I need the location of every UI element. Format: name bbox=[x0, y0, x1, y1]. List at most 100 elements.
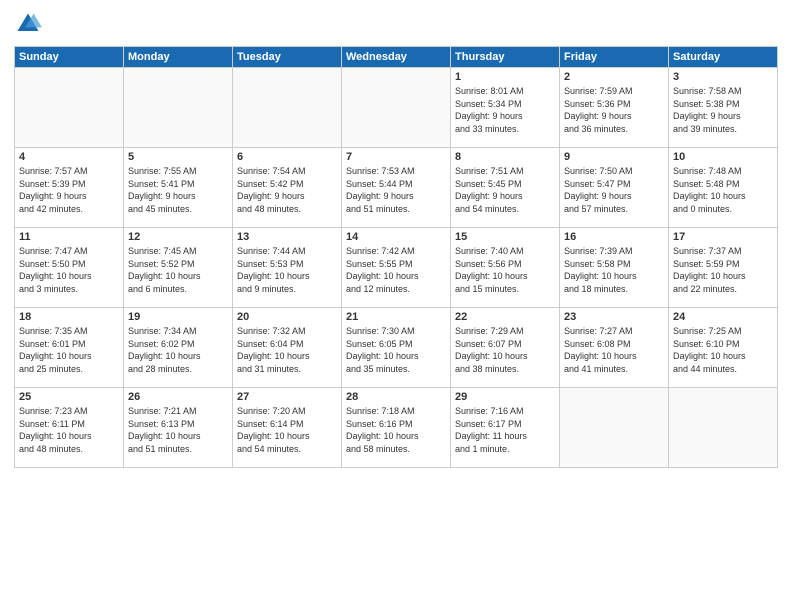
day-info: Sunrise: 7:42 AM Sunset: 5:55 PM Dayligh… bbox=[346, 245, 446, 295]
calendar-cell: 16 Sunrise: 7:39 AM Sunset: 5:58 PM Dayli… bbox=[560, 228, 669, 308]
day-number: 27 bbox=[237, 391, 337, 403]
calendar-cell: 28 Sunrise: 7:18 AM Sunset: 6:16 PM Dayli… bbox=[342, 388, 451, 468]
day-info: Sunrise: 7:45 AM Sunset: 5:52 PM Dayligh… bbox=[128, 245, 228, 295]
calendar-cell: 27 Sunrise: 7:20 AM Sunset: 6:14 PM Dayli… bbox=[233, 388, 342, 468]
day-info: Sunrise: 8:01 AM Sunset: 5:34 PM Dayligh… bbox=[455, 85, 555, 135]
page: SundayMondayTuesdayWednesdayThursdayFrid… bbox=[0, 0, 792, 612]
day-number: 29 bbox=[455, 391, 555, 403]
day-info: Sunrise: 7:34 AM Sunset: 6:02 PM Dayligh… bbox=[128, 325, 228, 375]
calendar-cell: 15 Sunrise: 7:40 AM Sunset: 5:56 PM Dayli… bbox=[451, 228, 560, 308]
day-info: Sunrise: 7:48 AM Sunset: 5:48 PM Dayligh… bbox=[673, 165, 773, 215]
calendar-cell: 2 Sunrise: 7:59 AM Sunset: 5:36 PM Daylig… bbox=[560, 68, 669, 148]
day-number: 21 bbox=[346, 311, 446, 323]
day-info: Sunrise: 7:27 AM Sunset: 6:08 PM Dayligh… bbox=[564, 325, 664, 375]
day-number: 18 bbox=[19, 311, 119, 323]
day-number: 17 bbox=[673, 231, 773, 243]
calendar-week-1: 4Sunrise: 7:57 AM Sunset: 5:39 PM Daylig… bbox=[15, 148, 778, 228]
day-info: Sunrise: 7:37 AM Sunset: 5:59 PM Dayligh… bbox=[673, 245, 773, 295]
day-info: Sunrise: 7:58 AM Sunset: 5:38 PM Dayligh… bbox=[673, 85, 773, 135]
calendar-week-3: 18 Sunrise: 7:35 AM Sunset: 6:01 PM Dayli… bbox=[15, 308, 778, 388]
day-info: Sunrise: 7:59 AM Sunset: 5:36 PM Dayligh… bbox=[564, 85, 664, 135]
calendar-cell: 14 Sunrise: 7:42 AM Sunset: 5:55 PM Dayli… bbox=[342, 228, 451, 308]
calendar-cell: 6 Sunrise: 7:54 AM Sunset: 5:42 PM Daylig… bbox=[233, 148, 342, 228]
day-number: 7 bbox=[346, 151, 446, 163]
weekday-header-sunday: Sunday bbox=[15, 47, 124, 68]
calendar-cell bbox=[233, 68, 342, 148]
day-number: 23 bbox=[564, 311, 664, 323]
day-number: 14 bbox=[346, 231, 446, 243]
day-info: Sunrise: 7:51 AM Sunset: 5:45 PM Dayligh… bbox=[455, 165, 555, 215]
calendar-cell bbox=[669, 388, 778, 468]
weekday-header-monday: Monday bbox=[124, 47, 233, 68]
day-info: Sunrise: 7:35 AM Sunset: 6:01 PM Dayligh… bbox=[19, 325, 119, 375]
calendar-week-0: 1Sunrise: 8:01 AM Sunset: 5:34 PM Daylig… bbox=[15, 68, 778, 148]
calendar-week-4: 25 Sunrise: 7:23 AM Sunset: 6:11 PM Dayli… bbox=[15, 388, 778, 468]
calendar-cell bbox=[15, 68, 124, 148]
day-info: Sunrise: 7:44 AM Sunset: 5:53 PM Dayligh… bbox=[237, 245, 337, 295]
calendar-cell: 19 Sunrise: 7:34 AM Sunset: 6:02 PM Dayli… bbox=[124, 308, 233, 388]
day-number: 28 bbox=[346, 391, 446, 403]
day-info: Sunrise: 7:21 AM Sunset: 6:13 PM Dayligh… bbox=[128, 405, 228, 455]
weekday-header-wednesday: Wednesday bbox=[342, 47, 451, 68]
day-info: Sunrise: 7:55 AM Sunset: 5:41 PM Dayligh… bbox=[128, 165, 228, 215]
day-number: 26 bbox=[128, 391, 228, 403]
calendar-body: 1Sunrise: 8:01 AM Sunset: 5:34 PM Daylig… bbox=[15, 68, 778, 468]
calendar-cell: 4Sunrise: 7:57 AM Sunset: 5:39 PM Daylig… bbox=[15, 148, 124, 228]
calendar-cell: 10 Sunrise: 7:48 AM Sunset: 5:48 PM Dayli… bbox=[669, 148, 778, 228]
weekday-header-friday: Friday bbox=[560, 47, 669, 68]
calendar-cell bbox=[124, 68, 233, 148]
day-number: 9 bbox=[564, 151, 664, 163]
day-number: 19 bbox=[128, 311, 228, 323]
day-info: Sunrise: 7:30 AM Sunset: 6:05 PM Dayligh… bbox=[346, 325, 446, 375]
day-info: Sunrise: 7:16 AM Sunset: 6:17 PM Dayligh… bbox=[455, 405, 555, 455]
calendar-cell: 26 Sunrise: 7:21 AM Sunset: 6:13 PM Dayli… bbox=[124, 388, 233, 468]
calendar-week-2: 11Sunrise: 7:47 AM Sunset: 5:50 PM Dayli… bbox=[15, 228, 778, 308]
day-info: Sunrise: 7:20 AM Sunset: 6:14 PM Dayligh… bbox=[237, 405, 337, 455]
day-info: Sunrise: 7:50 AM Sunset: 5:47 PM Dayligh… bbox=[564, 165, 664, 215]
calendar-cell bbox=[342, 68, 451, 148]
day-number: 10 bbox=[673, 151, 773, 163]
calendar-cell: 13 Sunrise: 7:44 AM Sunset: 5:53 PM Dayli… bbox=[233, 228, 342, 308]
day-number: 8 bbox=[455, 151, 555, 163]
calendar-cell: 22 Sunrise: 7:29 AM Sunset: 6:07 PM Dayli… bbox=[451, 308, 560, 388]
calendar-cell: 20 Sunrise: 7:32 AM Sunset: 6:04 PM Dayli… bbox=[233, 308, 342, 388]
day-number: 12 bbox=[128, 231, 228, 243]
day-info: Sunrise: 7:53 AM Sunset: 5:44 PM Dayligh… bbox=[346, 165, 446, 215]
day-info: Sunrise: 7:25 AM Sunset: 6:10 PM Dayligh… bbox=[673, 325, 773, 375]
day-info: Sunrise: 7:32 AM Sunset: 6:04 PM Dayligh… bbox=[237, 325, 337, 375]
weekday-header-thursday: Thursday bbox=[451, 47, 560, 68]
calendar-cell: 24Sunrise: 7:25 AM Sunset: 6:10 PM Dayli… bbox=[669, 308, 778, 388]
day-number: 6 bbox=[237, 151, 337, 163]
calendar-cell: 29 Sunrise: 7:16 AM Sunset: 6:17 PM Dayli… bbox=[451, 388, 560, 468]
calendar-cell: 18 Sunrise: 7:35 AM Sunset: 6:01 PM Dayli… bbox=[15, 308, 124, 388]
calendar-cell: 17 Sunrise: 7:37 AM Sunset: 5:59 PM Dayli… bbox=[669, 228, 778, 308]
day-number: 5 bbox=[128, 151, 228, 163]
day-number: 22 bbox=[455, 311, 555, 323]
day-number: 25 bbox=[19, 391, 119, 403]
day-info: Sunrise: 7:39 AM Sunset: 5:58 PM Dayligh… bbox=[564, 245, 664, 295]
logo bbox=[14, 10, 46, 38]
weekday-header-tuesday: Tuesday bbox=[233, 47, 342, 68]
day-number: 16 bbox=[564, 231, 664, 243]
day-number: 13 bbox=[237, 231, 337, 243]
calendar-cell: 23 Sunrise: 7:27 AM Sunset: 6:08 PM Dayli… bbox=[560, 308, 669, 388]
day-number: 15 bbox=[455, 231, 555, 243]
day-info: Sunrise: 7:29 AM Sunset: 6:07 PM Dayligh… bbox=[455, 325, 555, 375]
calendar-cell: 5 Sunrise: 7:55 AM Sunset: 5:41 PM Daylig… bbox=[124, 148, 233, 228]
calendar-cell: 11Sunrise: 7:47 AM Sunset: 5:50 PM Dayli… bbox=[15, 228, 124, 308]
weekday-header-row: SundayMondayTuesdayWednesdayThursdayFrid… bbox=[15, 47, 778, 68]
calendar-cell: 1Sunrise: 8:01 AM Sunset: 5:34 PM Daylig… bbox=[451, 68, 560, 148]
day-info: Sunrise: 7:23 AM Sunset: 6:11 PM Dayligh… bbox=[19, 405, 119, 455]
day-info: Sunrise: 7:40 AM Sunset: 5:56 PM Dayligh… bbox=[455, 245, 555, 295]
calendar-cell: 7 Sunrise: 7:53 AM Sunset: 5:44 PM Daylig… bbox=[342, 148, 451, 228]
calendar-cell: 21 Sunrise: 7:30 AM Sunset: 6:05 PM Dayli… bbox=[342, 308, 451, 388]
calendar-cell: 12 Sunrise: 7:45 AM Sunset: 5:52 PM Dayli… bbox=[124, 228, 233, 308]
day-number: 2 bbox=[564, 71, 664, 83]
day-number: 4 bbox=[19, 151, 119, 163]
day-info: Sunrise: 7:47 AM Sunset: 5:50 PM Dayligh… bbox=[19, 245, 119, 295]
day-info: Sunrise: 7:18 AM Sunset: 6:16 PM Dayligh… bbox=[346, 405, 446, 455]
day-number: 3 bbox=[673, 71, 773, 83]
calendar-table: SundayMondayTuesdayWednesdayThursdayFrid… bbox=[14, 46, 778, 468]
day-number: 20 bbox=[237, 311, 337, 323]
day-info: Sunrise: 7:54 AM Sunset: 5:42 PM Dayligh… bbox=[237, 165, 337, 215]
